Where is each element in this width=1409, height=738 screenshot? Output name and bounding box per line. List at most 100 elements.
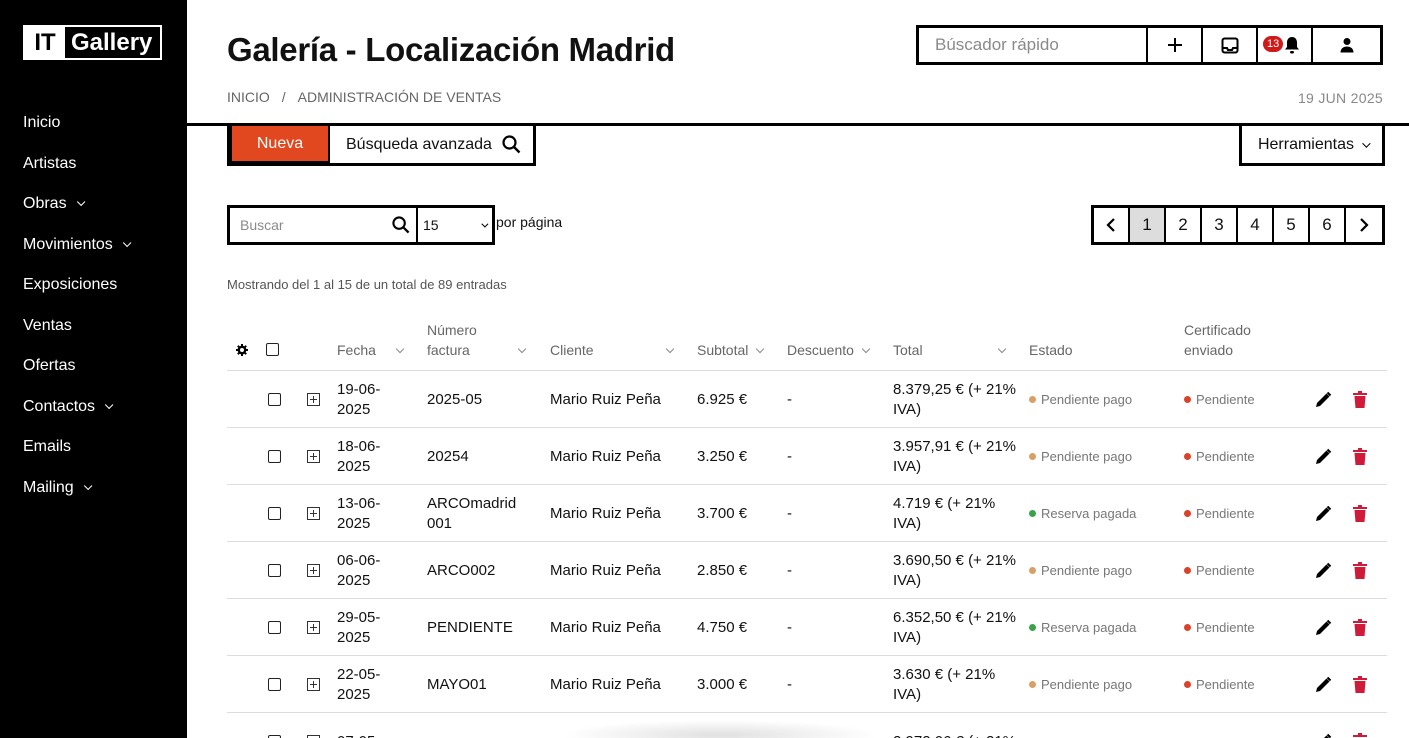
expand-row-button[interactable]	[307, 656, 320, 713]
advanced-search-label: Búsqueda avanzada	[346, 135, 492, 153]
table-row[interactable]: 19-06-2025 2025-05 Mario Ruiz Peña 6.925 € -…	[227, 371, 1387, 428]
column-header-estado[interactable]: Estado	[1029, 340, 1073, 360]
table-row[interactable]: 22-05-2025 MAYO01 Mario Ruiz Peña 3.000 € - 3…	[227, 656, 1387, 713]
column-header-fecha[interactable]: Fecha	[337, 340, 407, 360]
column-settings-button[interactable]	[236, 344, 248, 356]
sidebar-item-ventas[interactable]: Ventas	[23, 306, 128, 347]
checkbox	[268, 678, 281, 691]
page-button-6[interactable]: 6	[1310, 208, 1346, 242]
column-header-total[interactable]: Total	[893, 340, 1008, 360]
cell-descuento: -	[787, 561, 792, 579]
sidebar-item-label: Emails	[23, 438, 72, 456]
per-page-select[interactable]: 15	[416, 208, 492, 242]
table-row[interactable]: 29-05-2025 PENDIENTE Mario Ruiz Peña 4.750 …	[227, 599, 1387, 656]
chevron-down-icon	[104, 400, 114, 409]
delete-button[interactable]	[1353, 599, 1367, 656]
sidebar-item-movimientos[interactable]: Movimientos	[23, 225, 132, 266]
delete-button[interactable]	[1353, 713, 1367, 738]
status-dot	[1029, 453, 1036, 460]
cell-cliente: Mario Ruiz Peña	[550, 561, 661, 579]
trash-icon	[1353, 562, 1367, 579]
sidebar-nav: Inicio Artistas Obras Movimientos Exposicion…	[23, 103, 132, 509]
sidebar-item-contactos[interactable]: Contactos	[23, 387, 128, 428]
column-header-descuento[interactable]: Descuento	[787, 340, 873, 360]
page-button-2[interactable]: 2	[1166, 208, 1202, 242]
cell-fecha: 19-06-2025	[337, 380, 381, 418]
sidebar-item-label: Ventas	[23, 316, 72, 334]
page-button-4[interactable]: 4	[1238, 208, 1274, 242]
expand-row-button[interactable]	[307, 542, 320, 599]
edit-button[interactable]	[1314, 656, 1332, 713]
expand-row-button[interactable]	[307, 599, 320, 656]
trash-icon	[1353, 619, 1367, 636]
column-header-certificado[interactable]: Certificado enviado	[1184, 320, 1264, 360]
row-checkbox[interactable]	[268, 428, 281, 485]
edit-button[interactable]	[1314, 428, 1332, 485]
new-sale-button[interactable]: Nueva	[230, 126, 330, 163]
expand-row-button[interactable]	[307, 485, 320, 542]
row-checkbox[interactable]	[268, 371, 281, 428]
sidebar-item-ofertas[interactable]: Ofertas	[23, 346, 128, 387]
next-page-button[interactable]	[1346, 208, 1382, 242]
inbox-button[interactable]	[1203, 28, 1258, 62]
brand-logo[interactable]: IT Gallery	[23, 25, 163, 60]
prev-page-button[interactable]	[1094, 208, 1130, 242]
edit-button[interactable]	[1314, 599, 1332, 656]
sidebar-item-obras[interactable]: Obras	[23, 184, 128, 225]
column-label: Número factura	[427, 322, 477, 358]
page-button-5[interactable]: 5	[1274, 208, 1310, 242]
column-header-subtotal[interactable]: Subtotal	[697, 340, 767, 360]
cell-total: 8.379,25 € (+ 21% IVA)	[893, 380, 1017, 418]
expand-row-button[interactable]	[307, 713, 320, 738]
table-row[interactable]: 18-06-2025 20254 Mario Ruiz Peña 3.250 € - 3.…	[227, 428, 1387, 485]
table-row[interactable]: 13-06-2025 ARCOmadrid 001 Mario Ruiz Peña 3…	[227, 485, 1387, 542]
scroll-shadow	[560, 720, 880, 738]
expand-row-button[interactable]	[307, 428, 320, 485]
sidebar-item-label: Inicio	[23, 114, 61, 132]
status-dot	[1029, 624, 1036, 631]
add-button[interactable]	[1148, 28, 1203, 62]
sidebar-item-emails[interactable]: Emails	[23, 427, 128, 468]
table-filter: 15	[227, 205, 495, 245]
cell-cliente: Mario Ruiz Peña	[550, 504, 661, 522]
trash-icon	[1353, 676, 1367, 693]
edit-button[interactable]	[1314, 371, 1332, 428]
page-button-1[interactable]: 1	[1130, 208, 1166, 242]
delete-button[interactable]	[1353, 656, 1367, 713]
row-checkbox[interactable]	[268, 599, 281, 656]
delete-button[interactable]	[1353, 428, 1367, 485]
cell-subtotal: 6.925 €	[697, 390, 748, 408]
column-header-numero[interactable]: Número factura	[427, 320, 529, 360]
breadcrumb-home[interactable]: INICIO	[227, 89, 270, 105]
row-checkbox[interactable]	[268, 542, 281, 599]
row-checkbox[interactable]	[268, 713, 281, 738]
table-search-input[interactable]	[230, 208, 392, 242]
notifications-button[interactable]: 13	[1258, 28, 1313, 62]
pagination: 123456	[1091, 205, 1385, 245]
delete-button[interactable]	[1353, 542, 1367, 599]
table-row[interactable]: 06-06-2025 ARCO002 Mario Ruiz Peña 2.850 € -…	[227, 542, 1387, 599]
row-checkbox[interactable]	[268, 485, 281, 542]
page-button-3[interactable]: 3	[1202, 208, 1238, 242]
row-checkbox[interactable]	[268, 656, 281, 713]
table-search-button[interactable]	[392, 208, 416, 242]
edit-button[interactable]	[1314, 485, 1332, 542]
edit-button[interactable]	[1314, 713, 1332, 738]
sidebar-item-artistas[interactable]: Artistas	[23, 144, 128, 185]
user-button[interactable]	[1313, 28, 1380, 62]
advanced-search-button[interactable]: Búsqueda avanzada	[330, 126, 533, 163]
chevron-left-icon	[1106, 218, 1115, 232]
edit-button[interactable]	[1314, 542, 1332, 599]
column-header-cliente[interactable]: Cliente	[550, 340, 675, 360]
quick-search-input[interactable]	[919, 28, 1148, 62]
sidebar-item-mailing[interactable]: Mailing	[23, 468, 128, 509]
delete-button[interactable]	[1353, 485, 1367, 542]
expand-row-button[interactable]	[307, 371, 320, 428]
sidebar-item-inicio[interactable]: Inicio	[23, 103, 128, 144]
delete-button[interactable]	[1353, 371, 1367, 428]
cell-descuento: -	[787, 447, 792, 465]
tools-dropdown[interactable]: Herramientas	[1238, 126, 1385, 166]
select-all-checkbox[interactable]	[266, 343, 279, 356]
sidebar-item-exposiciones[interactable]: Exposiciones	[23, 265, 128, 306]
sort-icon	[517, 344, 527, 354]
